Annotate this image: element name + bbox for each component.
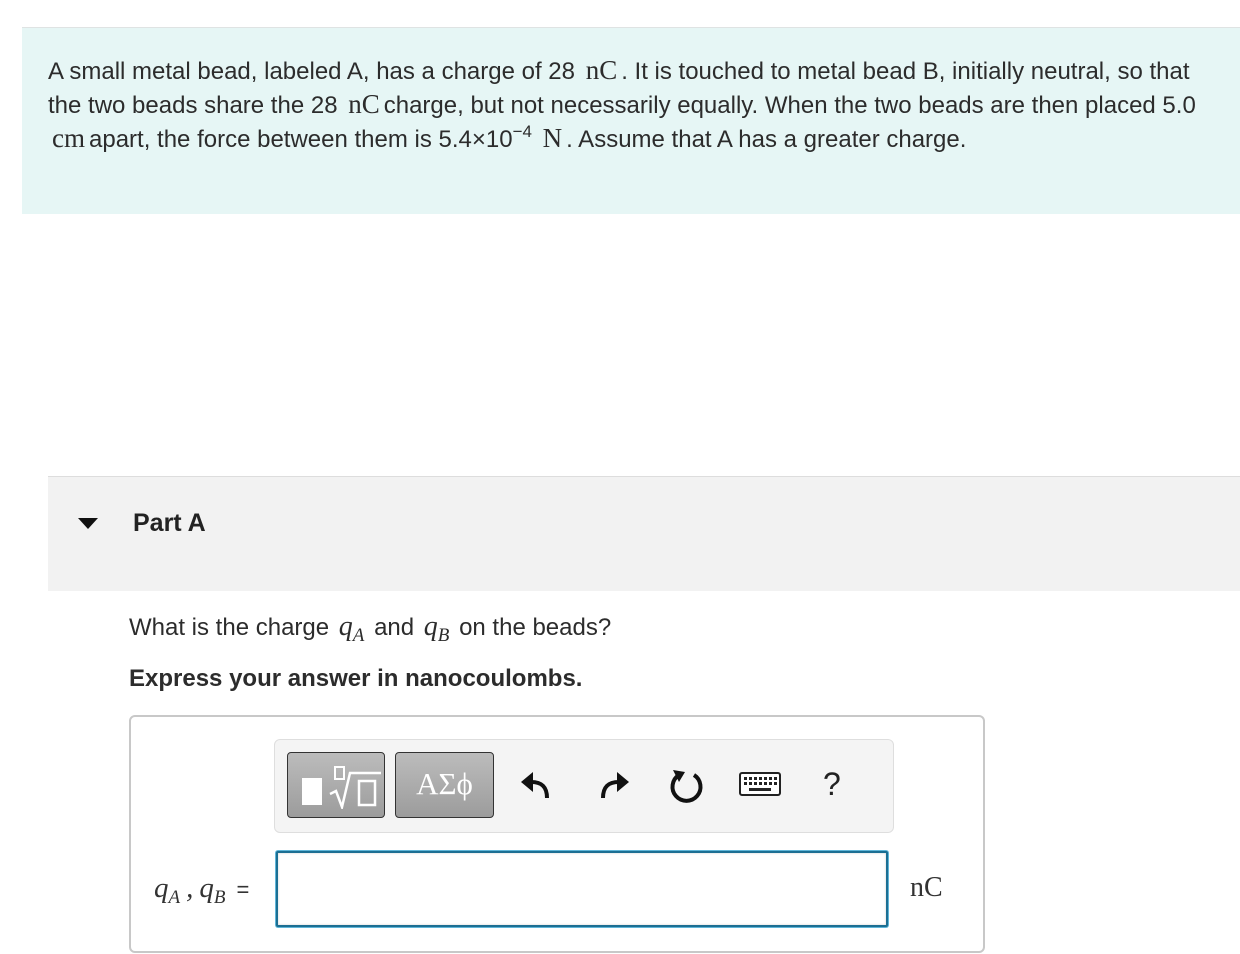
unit-cm: cm bbox=[52, 123, 85, 153]
answer-var-qa: qA bbox=[151, 872, 183, 907]
answer-var-qa-symbol: q bbox=[154, 872, 169, 904]
problem-text-5: . Assume that A has a greater charge. bbox=[566, 126, 967, 153]
sqrt-template-icon bbox=[329, 766, 381, 809]
unit-n: N bbox=[542, 123, 563, 153]
question-text-1: What is the charge bbox=[129, 614, 330, 641]
reset-icon[interactable] bbox=[667, 766, 707, 806]
answer-var-qb-subscript: B bbox=[213, 887, 226, 908]
unit-nc-2: nC bbox=[348, 89, 380, 119]
var-qb-symbol: q bbox=[423, 611, 438, 642]
problem-text-4: apart, the force between them is 5.4×10 bbox=[89, 126, 513, 153]
answer-separator: , bbox=[186, 872, 194, 904]
answer-var-qa-subscript: A bbox=[168, 887, 181, 908]
page: A small metal bead, labeled A, has a cha… bbox=[0, 0, 1240, 954]
symbols-button[interactable]: ΑΣϕ bbox=[395, 752, 494, 818]
keyboard-icon[interactable] bbox=[738, 770, 782, 800]
answer-var-qb: qB bbox=[196, 872, 228, 907]
help-icon[interactable]: ? bbox=[823, 766, 841, 803]
question-text: What is the charge qA and qB on the bead… bbox=[129, 611, 612, 645]
part-a-header[interactable]: Part A bbox=[48, 477, 1240, 591]
var-qb-subscript: B bbox=[437, 625, 450, 646]
var-qa-symbol: q bbox=[338, 611, 353, 642]
problem-statement-panel: A small metal bead, labeled A, has a cha… bbox=[22, 28, 1240, 214]
var-qa: qA bbox=[336, 611, 368, 645]
equals-sign: = bbox=[236, 877, 250, 902]
var-qb: qB bbox=[421, 611, 453, 645]
undo-icon[interactable] bbox=[517, 766, 557, 806]
templates-icon bbox=[302, 778, 322, 805]
answer-area: ΑΣϕ ? qA , qB = nC bbox=[129, 715, 985, 953]
answer-input[interactable] bbox=[276, 851, 888, 927]
answer-instruction: Express your answer in nanocoulombs. bbox=[129, 665, 583, 692]
redo-icon[interactable] bbox=[593, 766, 633, 806]
collapse-caret-icon[interactable] bbox=[78, 518, 98, 529]
templates-button[interactable] bbox=[287, 752, 385, 818]
problem-statement: A small metal bead, labeled A, has a cha… bbox=[48, 54, 1228, 156]
exponent: −4 bbox=[512, 122, 532, 141]
problem-text-3: charge, but not necessarily equally. Whe… bbox=[383, 92, 1196, 119]
part-title: Part A bbox=[133, 509, 206, 537]
unit-nc-1: nC bbox=[585, 55, 618, 85]
var-qa-subscript: A bbox=[352, 625, 365, 646]
math-toolbar: ΑΣϕ ? bbox=[274, 739, 894, 833]
question-text-3: on the beads? bbox=[459, 614, 612, 641]
question-text-2: and bbox=[374, 614, 415, 641]
answer-label: qA, qB = bbox=[151, 872, 250, 907]
answer-var-qb-symbol: q bbox=[199, 872, 214, 904]
problem-text-1: A small metal bead, labeled A, has a cha… bbox=[48, 58, 576, 85]
unit-label: nC bbox=[910, 872, 943, 903]
